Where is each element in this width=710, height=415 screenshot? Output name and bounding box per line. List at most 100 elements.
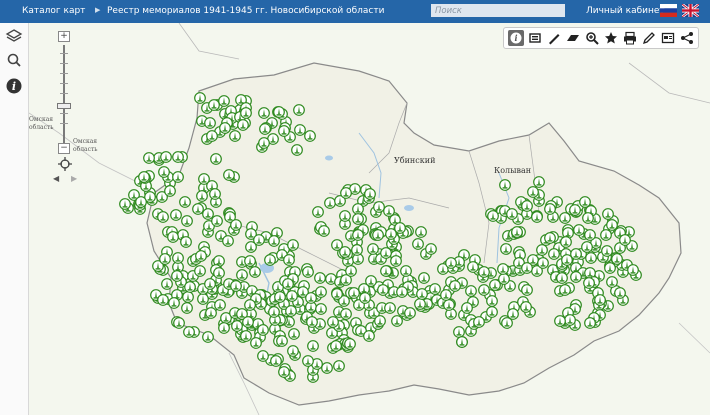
- memorial-marker-icon[interactable]: [256, 349, 269, 362]
- memorial-marker-icon[interactable]: [210, 215, 223, 228]
- memorial-marker-icon[interactable]: [417, 271, 430, 284]
- uk-flag-icon[interactable]: [682, 4, 699, 17]
- memorial-marker-icon[interactable]: [579, 196, 591, 208]
- memorial-marker-icon[interactable]: [414, 225, 427, 238]
- memorial-marker-icon[interactable]: [249, 265, 261, 278]
- memorial-marker-icon[interactable]: [520, 262, 533, 274]
- info-icon[interactable]: i: [508, 30, 524, 46]
- memorial-marker-icon[interactable]: [520, 301, 533, 313]
- memorial-marker-icon[interactable]: [221, 235, 234, 248]
- memorial-marker-icon[interactable]: [613, 287, 626, 300]
- memorial-marker-icon[interactable]: [627, 264, 640, 277]
- memorial-marker-icon[interactable]: [181, 301, 194, 314]
- memorial-marker-icon[interactable]: [415, 288, 428, 301]
- memorial-marker-icon[interactable]: [466, 260, 479, 273]
- memorial-marker-icon[interactable]: [560, 235, 573, 248]
- draw-line-icon[interactable]: [546, 30, 562, 46]
- memorial-marker-icon[interactable]: [263, 254, 276, 267]
- memorial-marker-icon[interactable]: [179, 236, 192, 248]
- memorial-marker-icon[interactable]: [284, 304, 297, 317]
- memorial-marker-icon[interactable]: [292, 104, 305, 116]
- memorial-marker-icon[interactable]: [191, 203, 204, 215]
- memorial-marker-icon[interactable]: [585, 252, 597, 264]
- memorial-marker-icon[interactable]: [461, 301, 473, 314]
- memorial-marker-icon[interactable]: [218, 94, 231, 107]
- memorial-marker-icon[interactable]: [277, 365, 290, 378]
- memorial-marker-icon[interactable]: [119, 198, 131, 211]
- memorial-marker-icon[interactable]: [606, 219, 618, 232]
- memorial-marker-icon[interactable]: [318, 224, 331, 237]
- memorial-marker-icon[interactable]: [338, 245, 351, 258]
- memorial-marker-icon[interactable]: [547, 248, 560, 260]
- memorial-marker-icon[interactable]: [455, 336, 468, 349]
- memorial-marker-icon[interactable]: [601, 207, 614, 220]
- layout-icon[interactable]: [660, 30, 676, 46]
- memorial-marker-icon[interactable]: [258, 107, 270, 120]
- memorial-marker-icon[interactable]: [244, 299, 256, 311]
- search-icon[interactable]: [5, 51, 23, 69]
- memorial-marker-icon[interactable]: [218, 121, 231, 134]
- memorial-marker-icon[interactable]: [583, 277, 595, 290]
- memorial-marker-icon[interactable]: [181, 214, 194, 227]
- memorial-marker-icon[interactable]: [283, 254, 296, 267]
- memorial-marker-icon[interactable]: [505, 208, 518, 221]
- memorial-marker-icon[interactable]: [305, 291, 317, 304]
- russian-flag-icon[interactable]: [660, 4, 677, 17]
- memorial-marker-icon[interactable]: [344, 265, 357, 277]
- memorial-marker-icon[interactable]: [194, 250, 207, 263]
- memorial-marker-icon[interactable]: [320, 361, 333, 374]
- memorial-marker-icon[interactable]: [393, 221, 406, 234]
- memorial-marker-icon[interactable]: [210, 152, 223, 165]
- memorial-marker-icon[interactable]: [583, 228, 596, 241]
- memorial-marker-icon[interactable]: [158, 252, 171, 265]
- memorial-marker-icon[interactable]: [344, 338, 356, 351]
- memorial-marker-icon[interactable]: [412, 238, 425, 251]
- layers-icon[interactable]: [5, 27, 23, 45]
- memorial-marker-icon[interactable]: [305, 316, 318, 329]
- bookmark-star-icon[interactable]: [603, 30, 619, 46]
- memorial-marker-icon[interactable]: [339, 307, 352, 320]
- memorial-marker-icon[interactable]: [267, 305, 280, 318]
- memorial-marker-icon[interactable]: [339, 209, 352, 222]
- memorial-marker-icon[interactable]: [229, 129, 241, 142]
- memorial-marker-icon[interactable]: [352, 228, 365, 241]
- memorial-marker-icon[interactable]: [543, 232, 556, 245]
- memorial-marker-icon[interactable]: [222, 168, 235, 181]
- memorial-marker-icon[interactable]: [236, 118, 249, 131]
- memorial-marker-icon[interactable]: [290, 144, 303, 157]
- memorial-marker-icon[interactable]: [240, 107, 253, 120]
- nav-back-icon[interactable]: ◀: [53, 174, 59, 183]
- memorial-marker-icon[interactable]: [500, 243, 513, 256]
- memorial-marker-icon[interactable]: [202, 330, 214, 343]
- memorial-marker-icon[interactable]: [230, 279, 243, 292]
- memorial-marker-icon[interactable]: [304, 130, 317, 142]
- memorial-marker-icon[interactable]: [520, 284, 533, 296]
- memorial-marker-icon[interactable]: [272, 105, 285, 118]
- memorial-marker-icon[interactable]: [331, 287, 343, 300]
- memorial-marker-icon[interactable]: [373, 314, 386, 327]
- memorial-marker-icon[interactable]: [312, 205, 324, 218]
- catalog-link[interactable]: Каталог карт: [22, 6, 85, 16]
- legend-icon[interactable]: [527, 30, 543, 46]
- memorial-marker-icon[interactable]: [477, 265, 490, 278]
- memorial-marker-icon[interactable]: [207, 98, 220, 111]
- edit-pencil-icon[interactable]: [641, 30, 657, 46]
- memorial-marker-icon[interactable]: [543, 203, 556, 215]
- memorial-marker-icon[interactable]: [314, 302, 327, 315]
- memorial-marker-icon[interactable]: [556, 271, 569, 284]
- memorial-marker-icon[interactable]: [217, 322, 230, 335]
- memorial-marker-icon[interactable]: [287, 345, 300, 358]
- memorial-marker-icon[interactable]: [135, 196, 147, 208]
- memorial-marker-icon[interactable]: [242, 315, 254, 328]
- print-icon[interactable]: [622, 30, 638, 46]
- memorial-marker-icon[interactable]: [439, 289, 452, 301]
- memorial-marker-icon[interactable]: [373, 200, 386, 213]
- memorial-marker-icon[interactable]: [285, 290, 298, 303]
- memorial-marker-icon[interactable]: [395, 285, 408, 298]
- memorial-marker-icon[interactable]: [313, 272, 326, 284]
- memorial-marker-icon[interactable]: [250, 336, 263, 349]
- memorial-marker-icon[interactable]: [497, 262, 509, 275]
- memorial-marker-icon[interactable]: [561, 253, 573, 266]
- memorial-marker-icon[interactable]: [306, 339, 319, 352]
- memorial-marker-icon[interactable]: [197, 173, 210, 185]
